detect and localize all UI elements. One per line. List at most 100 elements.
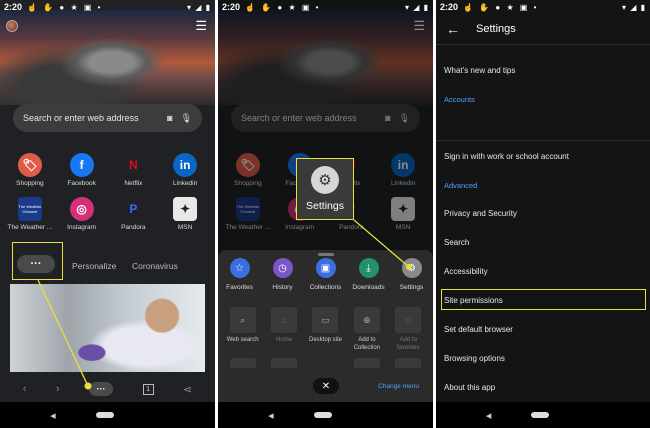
feed-tabs: ··· Personalize Coronavirus (0, 242, 215, 280)
system-home-pill[interactable] (313, 412, 332, 418)
instagram-icon: ◎ (69, 197, 94, 221)
menu-action-label: Home (276, 337, 293, 343)
menu-action-icon[interactable] (229, 358, 256, 368)
top-sites-grid: 🏷 Shopping f Facebook N Netflix in Linkedin The … (4, 153, 211, 231)
back-arrow-icon[interactable]: ← (446, 21, 460, 37)
add-collection-icon: ⊕ (353, 307, 380, 333)
settings-item-about[interactable]: About this app (444, 383, 495, 392)
system-back-icon[interactable]: ◂ (486, 409, 492, 422)
add-favorite-icon: ☆ (395, 307, 422, 333)
menu-item-label: Downloads (352, 284, 385, 291)
gear-icon: ⚙ (401, 258, 422, 278)
status-time: 2:20 (4, 2, 23, 12)
menu-action-label: Web search (226, 337, 259, 343)
top-site-label: Pandora (121, 224, 146, 231)
top-site-label: Linkedin (173, 180, 198, 187)
background-image: ☰ (0, 10, 215, 105)
settings-item-whats-new[interactable]: What's new and tips (444, 66, 515, 75)
divider (436, 140, 650, 141)
system-nav-bar: ◂ (218, 402, 433, 428)
hamburger-menu-icon[interactable]: ☰ (195, 18, 207, 34)
status-bar: 2:20 ☝ ✋ ● ★ ▣ • ▾ ◢ ▮ (218, 0, 433, 14)
section-header-accounts: Accounts (444, 95, 475, 104)
more-menu-button[interactable]: ··· (89, 382, 114, 396)
top-site-tile[interactable]: ◎ Instagram (56, 197, 108, 231)
top-site-tile[interactable]: 🏷 Shopping (4, 153, 56, 187)
change-menu-link[interactable]: Change menu (378, 383, 419, 390)
back-arrow-icon[interactable]: ‹ (23, 383, 27, 395)
search-placeholder: Search or enter web address (23, 113, 139, 123)
top-site-label: Shopping (16, 180, 44, 187)
menu-action-add-collection[interactable]: ⊕ Add to Collection (346, 307, 387, 352)
tab-coronavirus[interactable]: Coronavirus (132, 261, 178, 271)
settings-item-privacy[interactable]: Privacy and Security (444, 209, 517, 218)
notification-icons: ☝ ✋ ● ★ ▣ • (27, 2, 103, 12)
weather-channel-icon: The Weather Channel (17, 197, 42, 221)
menu-action-icon[interactable] (353, 358, 380, 368)
settings-item-site-permissions[interactable]: Site permissions (444, 296, 503, 305)
system-back-icon[interactable]: ◂ (50, 409, 56, 422)
top-site-label: The Weather ... (7, 224, 53, 231)
system-home-pill[interactable] (531, 412, 550, 418)
bottom-toolbar: ‹ › ··· 1 ⋖ (0, 376, 215, 402)
signal-battery-icons: ▾ ◢ ▮ (404, 2, 429, 12)
top-site-tile[interactable]: N Netflix (108, 153, 160, 187)
status-time: 2:20 (440, 2, 459, 12)
menu-action-desktop[interactable]: ▭ Desktop site (305, 307, 346, 352)
menu-item-history[interactable]: ◷ History (261, 258, 304, 291)
top-site-tile[interactable]: The Weather Channel The Weather ... (4, 197, 56, 231)
star-icon: ☆ (229, 258, 250, 278)
menu-item-label: Collections (309, 284, 342, 291)
divider (436, 44, 650, 45)
settings-item-browsing-options[interactable]: Browsing options (444, 354, 505, 363)
menu-item-gear[interactable]: ⚙ Settings (390, 258, 433, 291)
page-title: Settings (476, 23, 516, 35)
system-back-icon[interactable]: ◂ (268, 409, 274, 422)
tag-icon: 🏷 (17, 153, 42, 177)
top-site-label: MSN (177, 224, 193, 231)
camera-icon[interactable]: ◙ (167, 113, 172, 123)
menu-action-icon[interactable] (395, 358, 422, 368)
settings-item-search[interactable]: Search (444, 238, 469, 247)
menu-action-search[interactable]: ⌕ Web search (222, 307, 263, 352)
settings-callout: ⚙ Settings (296, 158, 354, 220)
top-site-tile[interactable]: P Pandora (108, 197, 160, 231)
avatar[interactable] (6, 20, 18, 32)
microphone-icon[interactable]: 🎙 (181, 113, 192, 124)
top-site-tile[interactable]: f Facebook (56, 153, 108, 187)
address-bar[interactable]: Search or enter web address ◙ 🎙 (13, 104, 202, 132)
menu-item-download[interactable]: ⤓ Downloads (347, 258, 390, 291)
signal-battery-icons: ▾ ◢ ▮ (186, 2, 211, 12)
menu-item-collections[interactable]: ▣ Collections (304, 258, 347, 291)
notification-icons: ☝ ✋ ● ★ ▣ • (463, 2, 539, 12)
settings-callout-label: Settings (306, 200, 344, 212)
menu-sheet: ☆ Favorites ◷ History ▣ Collections ⤓ Downloads… (218, 250, 433, 402)
menu-action-home[interactable]: ⌂ Home (263, 307, 304, 352)
menu-action-grid-next (222, 358, 429, 368)
settings-item-sign-in[interactable]: Sign in with work or school account (444, 152, 569, 161)
top-site-label: Instagram (67, 224, 97, 231)
menu-action-grid: ⌕ Web search ⌂ Home ▭ Desktop site ⊕ Add to Col… (222, 307, 429, 352)
share-icon[interactable]: ⋖ (183, 383, 192, 396)
home-icon: ⌂ (271, 307, 298, 333)
menu-action-add-favorite[interactable]: ☆ Add to favorites (388, 307, 429, 352)
drag-handle[interactable] (318, 253, 334, 256)
collections-icon: ▣ (315, 258, 336, 278)
close-menu-button[interactable]: ✕ (313, 378, 339, 394)
menu-item-star[interactable]: ☆ Favorites (218, 258, 261, 291)
system-home-pill[interactable] (95, 412, 114, 418)
facebook-icon: f (69, 153, 94, 177)
settings-item-default-browser[interactable]: Set default browser (444, 325, 513, 334)
top-site-tile[interactable]: ✦ MSN (159, 197, 211, 231)
tabs-button[interactable]: 1 (142, 383, 154, 395)
signal-battery-icons: ▾ ◢ ▮ (621, 2, 646, 12)
gear-icon: ⚙ (311, 166, 339, 194)
menu-item-label: History (272, 284, 293, 291)
menu-action-icon[interactable] (271, 358, 298, 368)
news-photo[interactable] (10, 284, 205, 372)
top-site-tile[interactable]: in Linkedin (159, 153, 211, 187)
settings-item-accessibility[interactable]: Accessibility (444, 267, 488, 276)
forward-arrow-icon[interactable]: › (56, 383, 60, 395)
system-nav-bar: ◂ (0, 402, 215, 428)
tab-personalize[interactable]: Personalize (72, 261, 116, 271)
